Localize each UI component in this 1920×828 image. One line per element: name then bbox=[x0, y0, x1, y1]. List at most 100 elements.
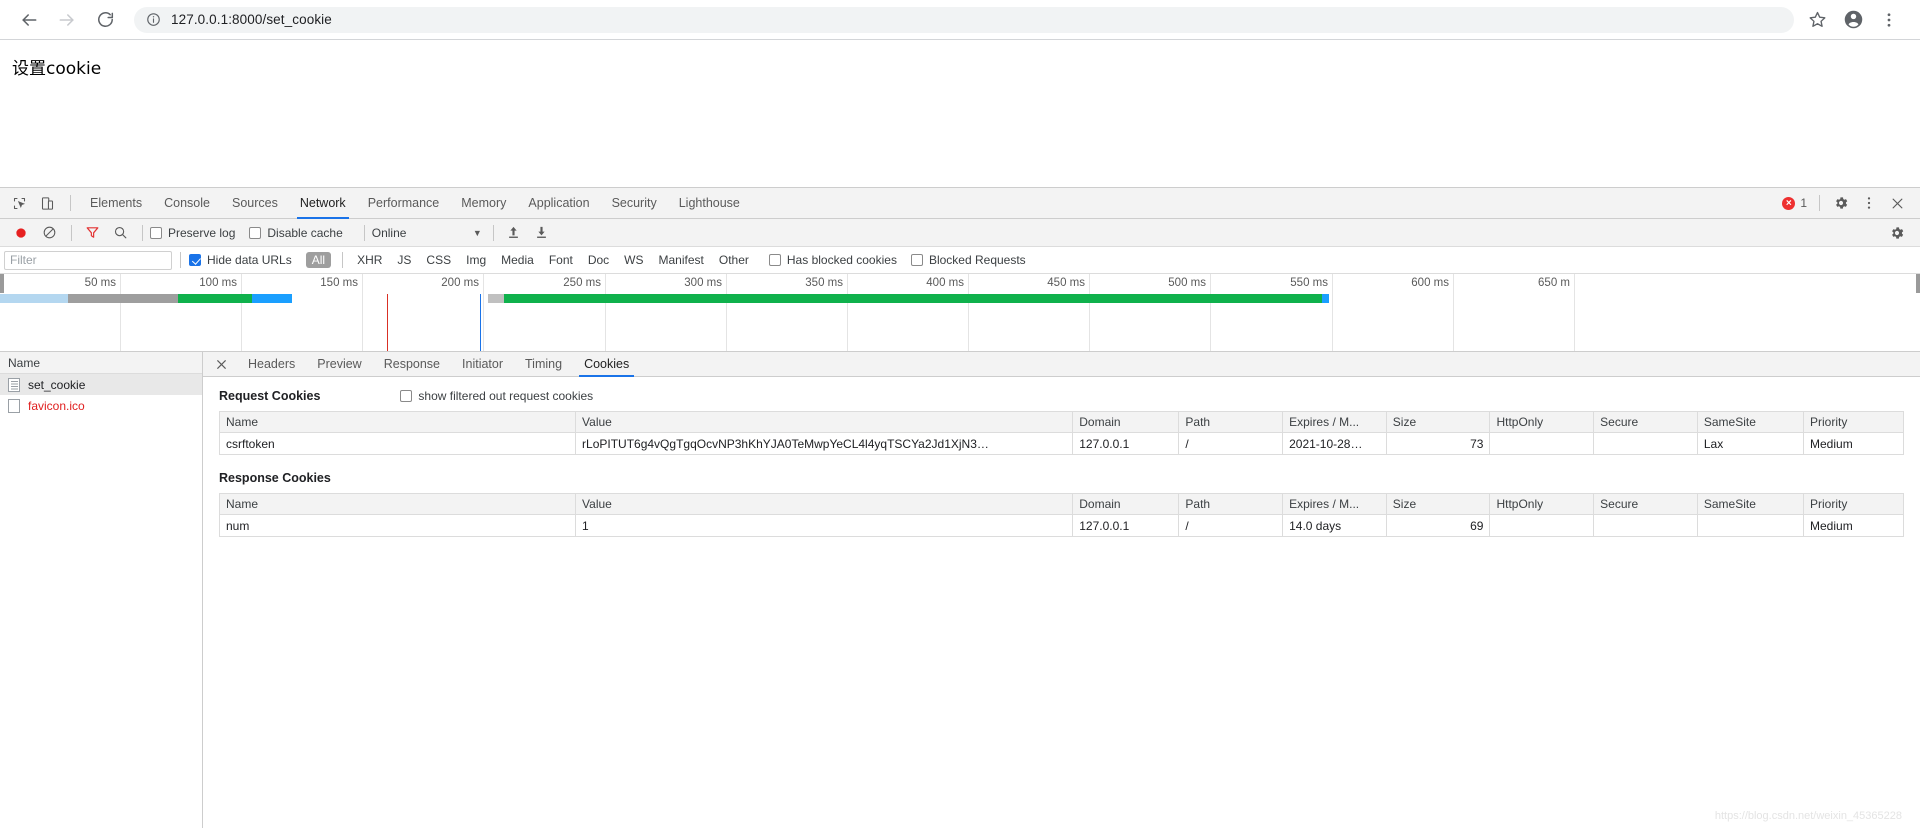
record-circle-icon bbox=[16, 227, 26, 238]
record-button[interactable] bbox=[8, 221, 34, 245]
tab-elements[interactable]: Elements bbox=[79, 188, 153, 219]
import-har-button[interactable] bbox=[501, 221, 527, 245]
column-header[interactable]: Domain bbox=[1072, 493, 1180, 515]
overview-bar-content-download bbox=[252, 294, 292, 303]
detail-tab-preview[interactable]: Preview bbox=[306, 352, 372, 377]
devtools-settings-button[interactable] bbox=[1828, 190, 1854, 216]
tab-label: Response bbox=[383, 357, 441, 371]
detail-tab-response[interactable]: Response bbox=[373, 352, 451, 377]
column-header[interactable]: Expires / M... bbox=[1282, 493, 1387, 515]
detail-tab-cookies[interactable]: Cookies bbox=[573, 352, 640, 377]
type-filter-ws[interactable]: WS bbox=[618, 252, 649, 268]
device-toolbar-button[interactable] bbox=[34, 190, 60, 216]
devtools-more-button[interactable] bbox=[1856, 190, 1882, 216]
request-row-favicon[interactable]: favicon.ico bbox=[0, 395, 202, 416]
tab-application[interactable]: Application bbox=[517, 188, 600, 219]
clear-button[interactable] bbox=[36, 221, 62, 245]
toolbar-divider bbox=[71, 224, 72, 241]
column-header[interactable]: Expires / M... bbox=[1282, 411, 1387, 433]
column-header[interactable]: Size bbox=[1385, 493, 1491, 515]
reload-button[interactable] bbox=[90, 5, 120, 35]
type-filter-font[interactable]: Font bbox=[543, 252, 579, 268]
column-header[interactable]: Priority bbox=[1803, 493, 1904, 515]
browser-menu-button[interactable] bbox=[1874, 5, 1904, 35]
column-header[interactable]: Name bbox=[218, 493, 577, 515]
devtools-close-button[interactable] bbox=[1884, 190, 1910, 216]
profile-button[interactable] bbox=[1838, 5, 1868, 35]
column-header[interactable]: Secure bbox=[1593, 411, 1698, 433]
show-filtered-cookies-label: show filtered out request cookies bbox=[418, 389, 594, 403]
column-header[interactable]: SameSite bbox=[1696, 493, 1805, 515]
column-header[interactable]: Priority bbox=[1803, 411, 1904, 433]
show-filtered-cookies-checkbox[interactable]: show filtered out request cookies bbox=[400, 389, 593, 403]
disable-cache-label: Disable cache bbox=[267, 225, 343, 240]
tab-sources[interactable]: Sources bbox=[221, 188, 289, 219]
devtools-tabbar: Elements Console Sources Network Perform… bbox=[0, 188, 1920, 219]
tab-console[interactable]: Console bbox=[153, 188, 221, 219]
request-cookies-table[interactable]: Name Value Domain Path Expires / M... Size Htt… bbox=[218, 411, 1904, 455]
type-filter-doc[interactable]: Doc bbox=[582, 252, 615, 268]
tab-network[interactable]: Network bbox=[289, 188, 357, 219]
type-filter-manifest[interactable]: Manifest bbox=[653, 252, 710, 268]
column-header[interactable]: Path bbox=[1178, 493, 1284, 515]
type-filter-all[interactable]: All bbox=[305, 252, 332, 268]
site-info-icon[interactable] bbox=[146, 12, 161, 27]
type-filter-media[interactable]: Media bbox=[495, 252, 540, 268]
hide-data-urls-checkbox[interactable]: Hide data URLs bbox=[189, 253, 292, 267]
column-header[interactable]: Size bbox=[1385, 411, 1491, 433]
column-header[interactable]: Name bbox=[218, 411, 577, 433]
network-overview-timeline[interactable]: 50 ms 100 ms 150 ms 200 ms 250 ms 300 ms 350 m… bbox=[0, 274, 1920, 352]
request-row-set-cookie[interactable]: set_cookie bbox=[0, 374, 202, 395]
bookmark-button[interactable] bbox=[1802, 5, 1832, 35]
response-cookies-table[interactable]: Name Value Domain Path Expires / M... Size Htt… bbox=[218, 493, 1904, 537]
type-filter-other[interactable]: Other bbox=[713, 252, 755, 268]
kebab-menu-icon bbox=[1887, 12, 1891, 27]
error-badge[interactable]: × 1 bbox=[1782, 196, 1807, 210]
column-header[interactable]: Path bbox=[1178, 411, 1284, 433]
type-filter-js[interactable]: JS bbox=[391, 252, 417, 268]
detail-tab-initiator[interactable]: Initiator bbox=[451, 352, 514, 377]
tab-lighthouse[interactable]: Lighthouse bbox=[668, 188, 751, 219]
blocked-requests-checkbox[interactable]: Blocked Requests bbox=[910, 253, 1026, 267]
column-header[interactable]: HttpOnly bbox=[1489, 411, 1595, 433]
throttling-dropdown[interactable]: Online ▼ bbox=[372, 226, 482, 240]
tab-label: Headers bbox=[248, 357, 296, 371]
request-list-header[interactable]: Name bbox=[0, 352, 202, 374]
detail-close-button[interactable] bbox=[211, 352, 231, 376]
back-button[interactable] bbox=[14, 5, 44, 35]
column-header[interactable]: HttpOnly bbox=[1489, 493, 1595, 515]
detail-tab-headers[interactable]: Headers bbox=[237, 352, 306, 377]
checkbox-box bbox=[768, 254, 781, 266]
response-cookie-row[interactable]: num 1 127.0.0.1/14.0 days 69 Medium bbox=[218, 514, 1904, 537]
filter-toggle-button[interactable] bbox=[79, 221, 105, 245]
network-settings-button[interactable] bbox=[1884, 221, 1910, 245]
has-blocked-cookies-checkbox[interactable]: Has blocked cookies bbox=[768, 253, 897, 267]
type-filter-img[interactable]: Img bbox=[460, 252, 492, 268]
column-header[interactable]: SameSite bbox=[1696, 411, 1805, 433]
arrow-right-icon bbox=[59, 13, 74, 26]
overview-right-handle[interactable] bbox=[1916, 274, 1920, 293]
column-header[interactable]: Value bbox=[575, 493, 1074, 515]
cell-priority: Medium bbox=[1803, 432, 1904, 455]
search-button[interactable] bbox=[107, 221, 133, 245]
preserve-log-checkbox[interactable]: Preserve log bbox=[150, 226, 235, 240]
hide-data-urls-label: Hide data URLs bbox=[207, 253, 292, 267]
disable-cache-checkbox[interactable]: Disable cache bbox=[249, 225, 343, 240]
forward-button[interactable] bbox=[52, 5, 82, 35]
tab-security[interactable]: Security bbox=[601, 188, 668, 219]
column-header[interactable]: Domain bbox=[1072, 411, 1180, 433]
export-har-button[interactable] bbox=[529, 221, 555, 245]
type-filter-xhr[interactable]: XHR bbox=[351, 252, 388, 268]
column-header[interactable]: Value bbox=[575, 411, 1074, 433]
cell-size: 73 bbox=[1385, 432, 1491, 455]
request-cookie-row[interactable]: csrftoken rLoPITUT6g4vQgTgqOcvNP3hKhYJA0T… bbox=[218, 432, 1904, 455]
tab-performance[interactable]: Performance bbox=[357, 188, 451, 219]
filter-input[interactable] bbox=[4, 250, 172, 270]
tab-memory[interactable]: Memory bbox=[450, 188, 517, 219]
detail-tab-timing[interactable]: Timing bbox=[514, 352, 573, 377]
address-bar[interactable]: 127.0.0.1:8000/set_cookie bbox=[134, 6, 1794, 33]
inspect-element-button[interactable] bbox=[6, 190, 32, 216]
type-filter-css[interactable]: CSS bbox=[420, 252, 457, 268]
column-header[interactable]: Secure bbox=[1593, 493, 1698, 515]
device-toolbar-icon bbox=[41, 196, 53, 210]
